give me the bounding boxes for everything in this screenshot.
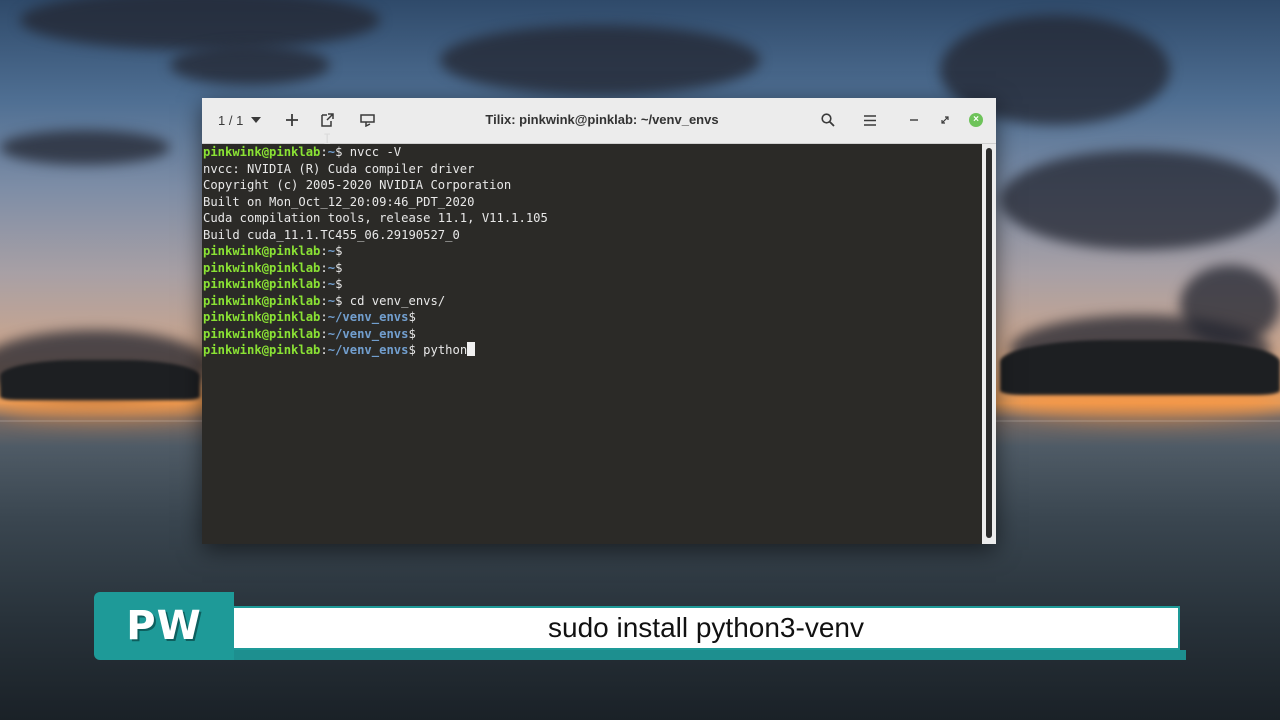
prompt-user: pinkwink@pinklab: [203, 244, 321, 258]
terminal-prompt-line: pinkwink@pinklab:~$ cd venv_envs/: [203, 293, 982, 310]
add-terminal-button[interactable]: [280, 108, 304, 132]
terminal-scrollbar[interactable]: [982, 144, 996, 544]
prompt-symbol: $: [335, 244, 350, 258]
channel-logo: PW: [94, 592, 234, 660]
prompt-symbol: $: [335, 260, 350, 275]
terminal-window[interactable]: 1 / 1 Tilix: pinkwink@pinklab: ~/venv_en…: [202, 98, 996, 544]
prompt-user: pinkwink@pinklab: [203, 343, 321, 357]
terminal-output[interactable]: pinkwink@pinklab:~$ nvcc -V nvcc: NVIDIA …: [202, 144, 982, 544]
terminal-prompt-line: pinkwink@pinklab:~/venv_envs$ python: [203, 342, 982, 359]
prompt-separator: :: [320, 277, 328, 291]
command-text: cd venv_envs/: [349, 293, 446, 308]
wallpaper-cloud: [1000, 150, 1280, 250]
prompt-user: pinkwink@pinklab: [203, 260, 321, 275]
prompt-path: ~: [327, 260, 336, 275]
terminal-cursor: [467, 342, 476, 356]
terminal-output-line: nvcc: NVIDIA (R) Cuda compiler driver: [203, 161, 475, 176]
detach-button[interactable]: [315, 108, 339, 132]
terminal-prompt-line: pinkwink@pinklab:~/venv_envs$: [203, 309, 982, 326]
command-text: python: [423, 343, 468, 357]
caption-text: sudo install python3-venv: [548, 612, 864, 643]
prompt-user: pinkwink@pinklab: [203, 277, 321, 291]
session-switcher-button[interactable]: 1 / 1: [212, 108, 272, 132]
horizon-island: [1000, 340, 1280, 395]
terminal-output-line: Copyright (c) 2005-2020 NVIDIA Corporati…: [203, 178, 512, 192]
hamburger-menu-icon: [864, 114, 876, 126]
caption-banner-shadow: [100, 650, 1186, 660]
prompt-separator: :: [320, 310, 328, 324]
prompt-symbol: $: [408, 343, 424, 357]
prompt-user: pinkwink@pinklab: [203, 310, 321, 324]
maximize-icon: [941, 116, 949, 124]
terminal-output-line: Cuda compilation tools, release 11.1, V1…: [203, 211, 548, 225]
prompt-user: pinkwink@pinklab: [203, 293, 321, 308]
i-beam-cursor-icon: I: [323, 132, 332, 148]
prompt-separator: :: [320, 343, 328, 357]
sync-input-icon: [360, 114, 375, 127]
search-button[interactable]: [816, 108, 840, 132]
terminal-output-line: Build cuda_11.1.TC455_06.29190527_0: [203, 227, 460, 242]
sync-input-button[interactable]: [356, 108, 380, 132]
prompt-separator: :: [320, 260, 328, 275]
prompt-symbol: $: [335, 277, 350, 291]
close-icon: ×: [969, 113, 983, 127]
prompt-path: ~/venv_envs: [327, 310, 409, 324]
terminal-prompt-line: pinkwink@pinklab:~$: [203, 276, 982, 293]
search-icon: [821, 113, 835, 127]
plus-icon: [286, 114, 298, 126]
maximize-button[interactable]: [935, 108, 955, 132]
close-button[interactable]: ×: [966, 108, 986, 132]
wallpaper-cloud: [440, 25, 760, 95]
chevron-down-icon: [251, 117, 262, 123]
wallpaper-cloud: [170, 45, 330, 85]
command-text: nvcc -V: [349, 145, 402, 159]
title-bar[interactable]: 1 / 1 Tilix: pinkwink@pinklab: ~/venv_en…: [202, 98, 996, 144]
prompt-user: pinkwink@pinklab: [203, 145, 321, 159]
prompt-symbol: $: [408, 310, 424, 324]
prompt-path: ~: [327, 244, 336, 258]
prompt-path: ~: [327, 293, 336, 308]
window-title: Tilix: pinkwink@pinklab: ~/venv_envs: [485, 112, 719, 127]
terminal-prompt-line: pinkwink@pinklab:~$: [203, 243, 982, 260]
prompt-path: ~/venv_envs: [327, 343, 409, 357]
scrollbar-thumb[interactable]: [986, 148, 992, 538]
prompt-symbol: $: [335, 145, 350, 159]
terminal-prompt-line: pinkwink@pinklab:~$: [203, 260, 982, 277]
prompt-symbol: $: [408, 326, 424, 341]
wallpaper-cloud: [20, 0, 380, 50]
prompt-separator: :: [320, 244, 328, 258]
prompt-separator: :: [320, 326, 328, 341]
prompt-path: ~: [327, 277, 336, 291]
minimize-icon: [910, 119, 918, 121]
session-counter: 1 / 1: [218, 112, 244, 128]
wallpaper-cloud: [0, 130, 170, 165]
minimize-button[interactable]: [904, 108, 924, 132]
menu-button[interactable]: [858, 108, 882, 132]
prompt-separator: :: [320, 293, 328, 308]
terminal-prompt-line: pinkwink@pinklab:~$ nvcc -V: [203, 144, 982, 161]
prompt-user: pinkwink@pinklab: [203, 326, 321, 341]
detach-icon: [321, 113, 334, 127]
terminal-output-line: Built on Mon_Oct_12_20:09:46_PDT_2020: [203, 194, 475, 209]
prompt-path: ~/venv_envs: [327, 326, 409, 341]
logo-text: PW: [126, 603, 202, 649]
prompt-symbol: $: [335, 293, 350, 308]
terminal-prompt-line: pinkwink@pinklab:~/venv_envs$: [203, 326, 982, 343]
horizon-island: [0, 360, 200, 400]
caption-banner: sudo install python3-venv: [234, 606, 1180, 650]
